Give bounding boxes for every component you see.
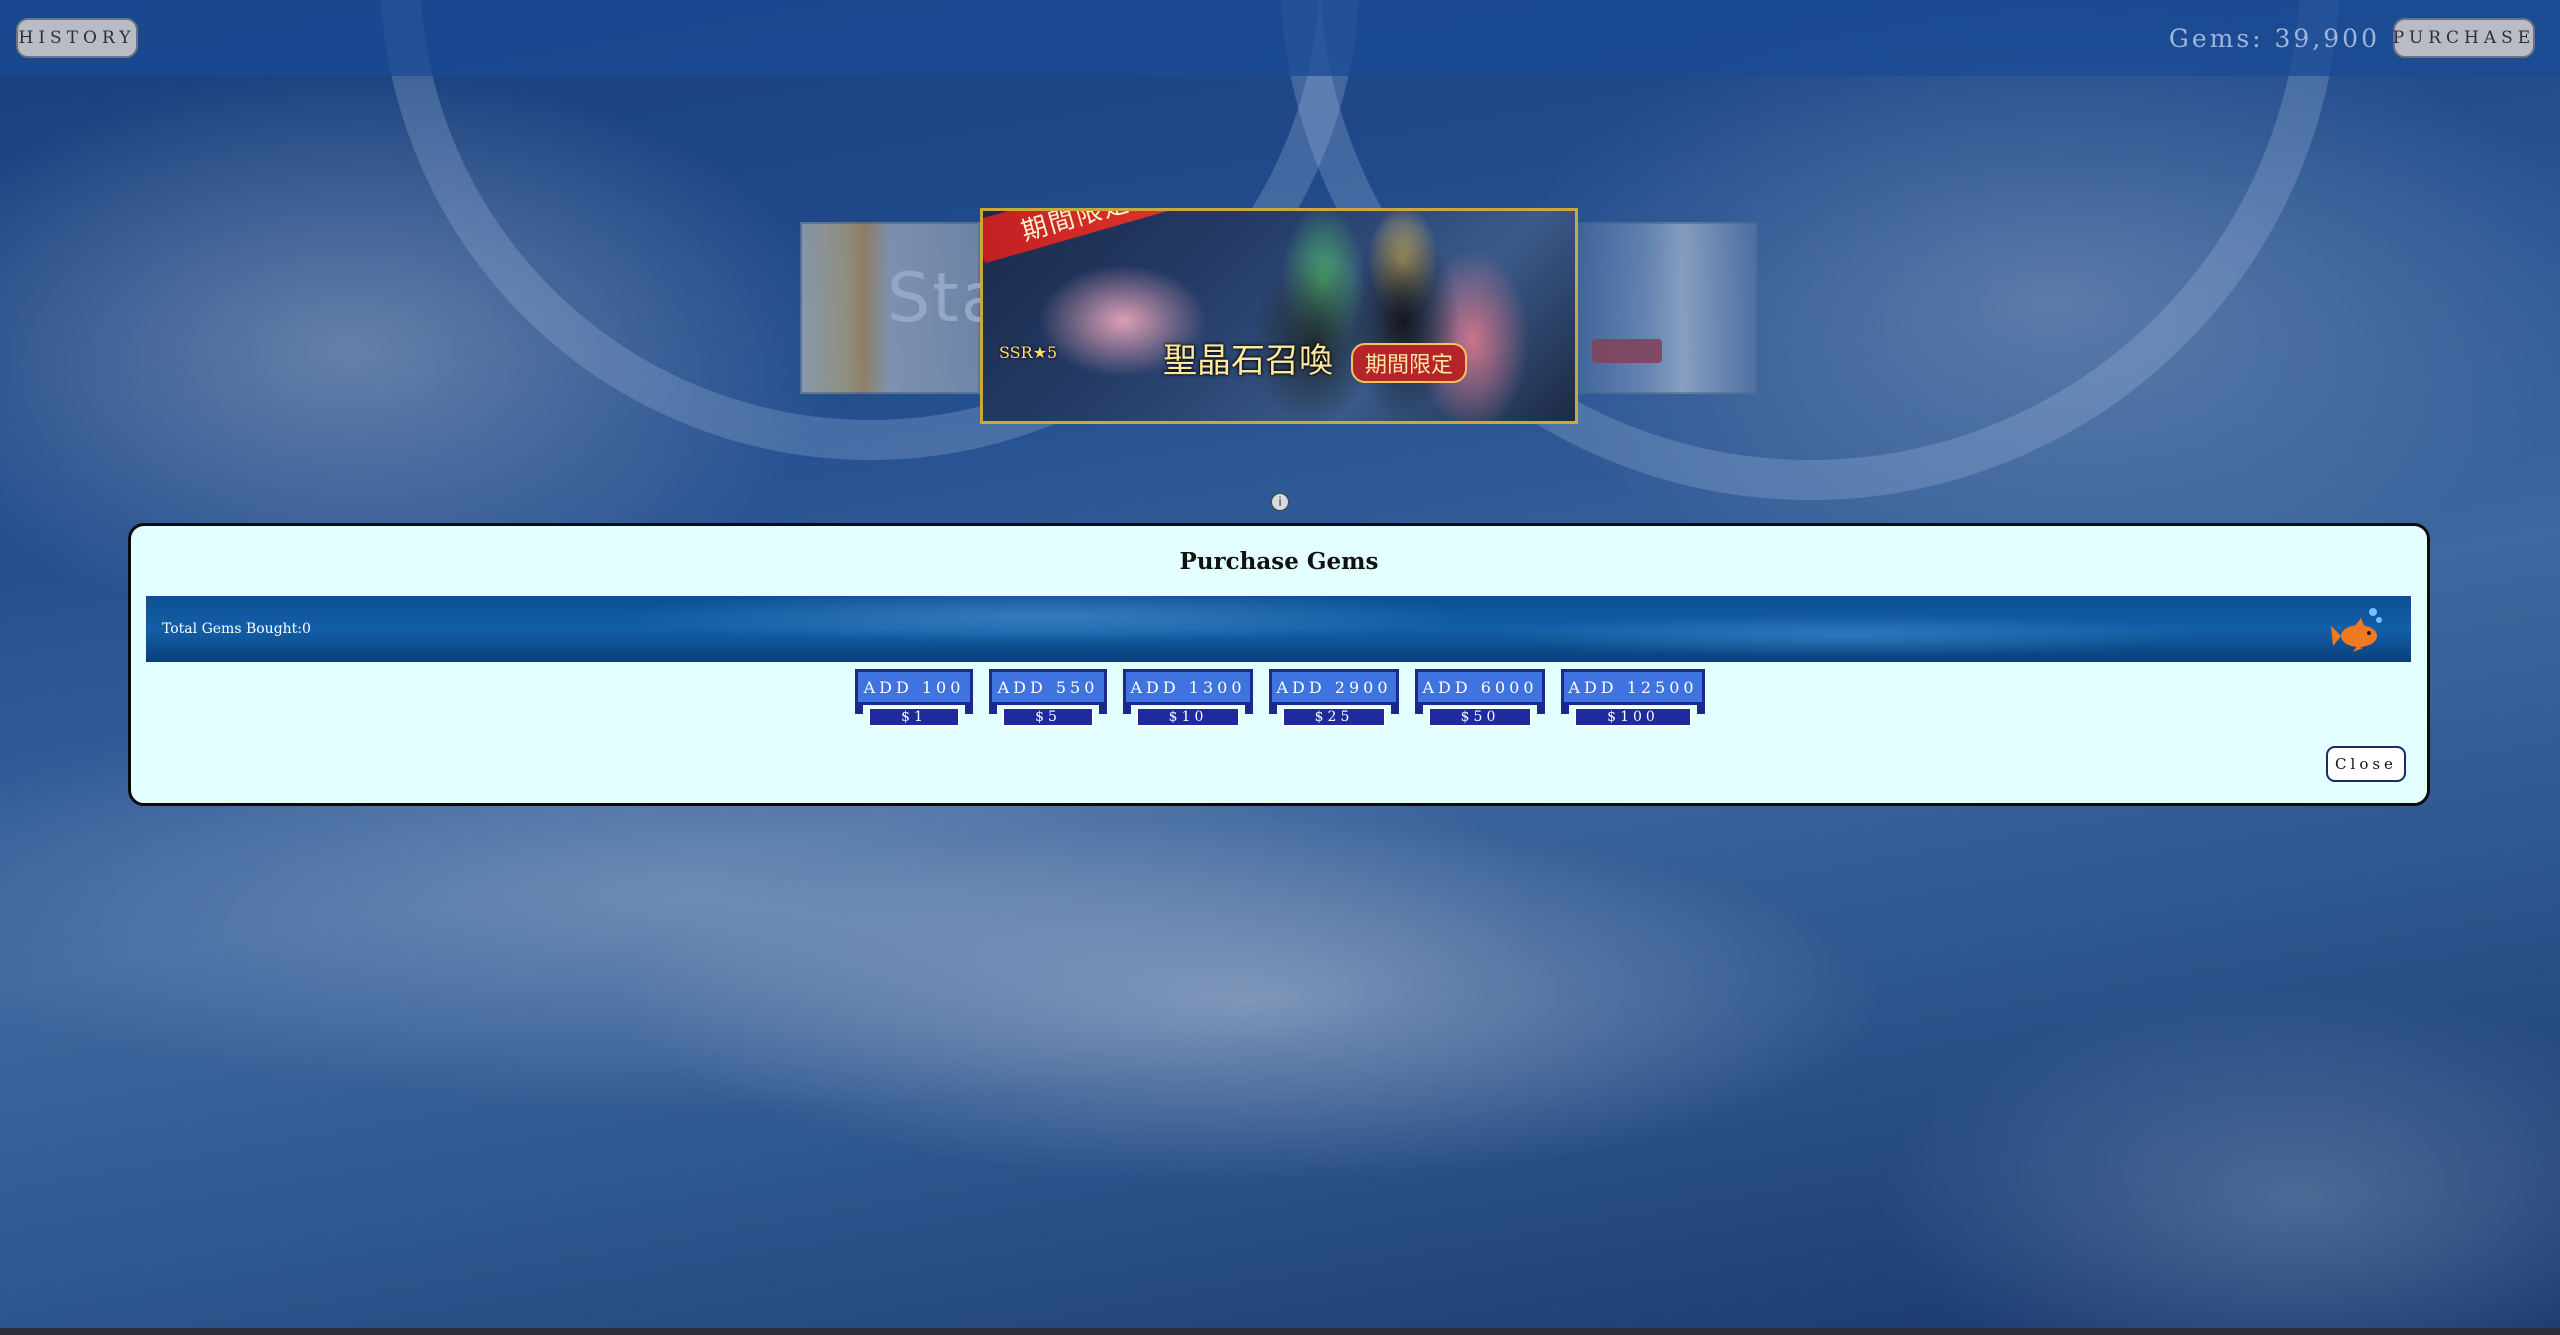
fish-icon [2331, 608, 2382, 652]
gem-pack-price: $100 [1574, 707, 1692, 727]
gems-balance: Gems: 39,900 [2168, 23, 2380, 53]
close-button[interactable]: Close [2326, 746, 2406, 782]
banner-ssr-label: SSR★5 [999, 343, 1058, 362]
gem-pack-add-label: ADD 1300 [1123, 669, 1253, 714]
gem-pack-100[interactable]: ADD 100 $1 [855, 669, 973, 727]
total-gems-bought: Total Gems Bought:0 [162, 621, 311, 637]
info-icon[interactable]: i [1271, 493, 1289, 511]
banner-previous[interactable]: Sta [800, 222, 1003, 394]
banner-tag: 期間限定 [1351, 343, 1468, 383]
gem-pack-add-label: ADD 6000 [1415, 669, 1545, 714]
limited-ribbon: 期間限定 [983, 211, 1178, 264]
gem-pack-6000[interactable]: ADD 6000 $50 [1415, 669, 1545, 727]
gem-pack-price: $5 [1002, 707, 1094, 727]
gem-pack-add-label: ADD 12500 [1561, 669, 1705, 714]
gem-pack-2900[interactable]: ADD 2900 $25 [1269, 669, 1399, 727]
bottom-strip [0, 1328, 2560, 1335]
banner-next[interactable] [1570, 222, 1758, 394]
purchase-gems-modal: Purchase Gems Total Gems Bought:0 ADD 10… [128, 523, 2430, 806]
banner-caption: 聖晶石召喚 [1163, 341, 1333, 381]
gem-pack-price: $1 [868, 707, 960, 727]
history-button[interactable]: HISTORY [16, 18, 138, 58]
purchase-button[interactable]: PURCHASE [2393, 18, 2535, 58]
gem-pack-price: $25 [1282, 707, 1386, 727]
gem-pack-price: $10 [1136, 707, 1240, 727]
gem-pack-550[interactable]: ADD 550 $5 [989, 669, 1107, 727]
gem-pack-add-label: ADD 100 [855, 669, 973, 714]
gem-pack-add-label: ADD 550 [989, 669, 1107, 714]
modal-title: Purchase Gems [1179, 548, 1379, 575]
gem-pack-price: $50 [1428, 707, 1532, 727]
gem-pack-12500[interactable]: ADD 12500 $100 [1561, 669, 1705, 727]
gem-pack-row: ADD 100 $1 ADD 550 $5 ADD 1300 $10 ADD 2… [131, 669, 2427, 739]
banner-next-badge [1592, 339, 1662, 363]
gem-pack-1300[interactable]: ADD 1300 $10 [1123, 669, 1253, 727]
stats-bar: Total Gems Bought:0 [146, 596, 2411, 662]
banner-current[interactable]: 期間限定 SSR★5 聖晶石召喚 期間限定 [980, 208, 1578, 424]
gem-pack-add-label: ADD 2900 [1269, 669, 1399, 714]
